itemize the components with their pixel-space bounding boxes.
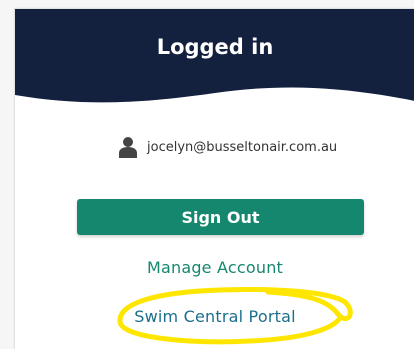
user-email: jocelyn@busseltonair.com.au xyxy=(147,139,338,155)
logged-in-card: Logged in jocelyn@busseltonair.com.au Si… xyxy=(14,8,414,349)
card-header: Logged in xyxy=(15,9,414,119)
user-icon xyxy=(119,137,137,158)
swim-central-portal-link[interactable]: Swim Central Portal xyxy=(15,307,414,326)
header-title: Logged in xyxy=(156,35,274,59)
manage-account-link[interactable]: Manage Account xyxy=(15,258,414,277)
header-wave-background xyxy=(15,9,414,103)
user-info: jocelyn@busseltonair.com.au xyxy=(119,136,337,158)
sign-out-button[interactable]: Sign Out xyxy=(77,199,364,235)
